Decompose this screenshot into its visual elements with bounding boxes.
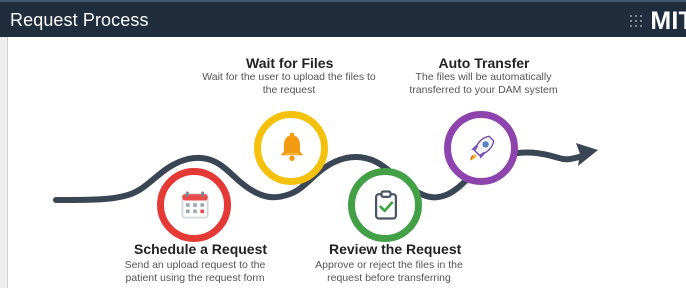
page-title: Request Process	[10, 10, 149, 30]
step-description-wait-for-files: Wait for the user to upload the files to…	[202, 71, 376, 96]
step-title-review-the-request: Review the Request	[329, 241, 462, 257]
step-title-schedule-a-request: Schedule a Request	[134, 241, 268, 257]
step-circle-wait-for-files	[254, 111, 328, 185]
rocket-icon	[470, 135, 495, 161]
step-circle-schedule-a-request	[157, 168, 231, 242]
step-circle-auto-transfer	[444, 111, 518, 185]
calendar-icon	[181, 191, 209, 219]
bell-icon	[280, 132, 304, 162]
header-bar: Request Process MIT	[0, 0, 686, 37]
brand-logo: MIT	[628, 7, 686, 35]
dot-grid-icon	[630, 15, 643, 27]
clipboard-check-icon	[374, 190, 398, 220]
step-description-auto-transfer: The files will be automatically transfer…	[409, 71, 558, 96]
step-description-schedule-a-request: Send an upload request to the patient us…	[124, 259, 266, 284]
step-circle-review-the-request	[348, 168, 422, 242]
step-title-auto-transfer: Auto Transfer	[438, 55, 530, 71]
process-diagram: Wait for Files Wait for the user to uplo…	[0, 37, 686, 288]
logo-text: MIT	[650, 7, 686, 35]
request-process-slide: Request Process MIT Wait for Files Wait …	[0, 0, 686, 288]
step-title-wait-for-files: Wait for Files	[246, 55, 334, 71]
step-description-review-the-request: Approve or reject the files in the reque…	[315, 259, 463, 284]
